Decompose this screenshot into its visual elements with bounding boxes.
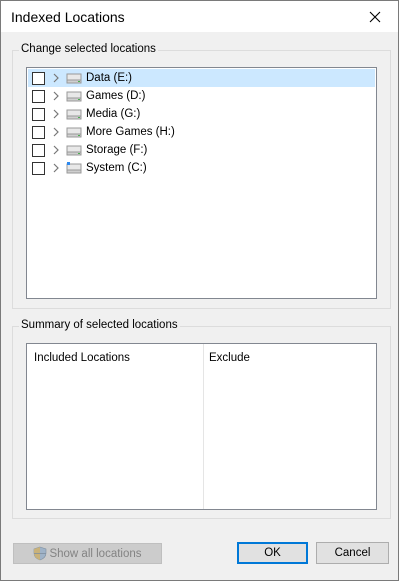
change-locations-label: Change selected locations — [19, 43, 158, 55]
ok-label: OK — [264, 547, 281, 559]
tree-item-label: Data (E:) — [86, 72, 133, 84]
column-divider — [203, 344, 204, 509]
tree-item-storage[interactable]: Storage (F:) — [28, 141, 375, 159]
checkbox[interactable] — [32, 125, 45, 139]
drive-icon — [66, 109, 82, 120]
column-header-exclude: Exclude — [209, 352, 250, 364]
tree-item-more-games[interactable]: More Games (H:) — [28, 123, 375, 141]
tree-item-media[interactable]: Media (G:) — [28, 105, 375, 123]
summary-group: Summary of selected locations Included L… — [12, 319, 391, 519]
checkbox[interactable] — [32, 89, 45, 103]
checkbox[interactable] — [32, 161, 45, 175]
tree-item-system[interactable]: System (C:) — [28, 159, 375, 177]
chevron-right-icon[interactable] — [49, 125, 63, 139]
tree-item-label: More Games (H:) — [86, 126, 175, 138]
tree-item-label: Games (D:) — [86, 90, 146, 102]
drive-icon — [66, 91, 82, 102]
drive-icon — [66, 73, 82, 84]
window-title: Indexed Locations — [11, 9, 125, 25]
change-locations-group: Change selected locations Data (E:) Game… — [12, 43, 391, 309]
chevron-right-icon[interactable] — [49, 143, 63, 157]
drive-icon — [66, 127, 82, 138]
indexed-locations-dialog: Indexed Locations Change selected locati… — [0, 0, 399, 581]
cancel-button[interactable]: Cancel — [316, 542, 389, 564]
ok-button[interactable]: OK — [237, 542, 308, 564]
tree-item-label: Storage (F:) — [86, 144, 148, 156]
chevron-right-icon[interactable] — [49, 89, 63, 103]
chevron-right-icon[interactable] — [49, 161, 63, 175]
uac-shield-icon — [34, 546, 47, 561]
drive-icon — [66, 145, 82, 156]
chevron-right-icon[interactable] — [49, 71, 63, 85]
show-all-locations-label: Show all locations — [49, 547, 142, 560]
checkbox[interactable] — [32, 107, 45, 121]
tree-item-games[interactable]: Games (D:) — [28, 87, 375, 105]
title-bar: Indexed Locations — [1, 1, 398, 32]
tree-item-data[interactable]: Data (E:) — [28, 69, 375, 87]
column-header-included: Included Locations — [34, 352, 130, 364]
checkbox[interactable] — [32, 71, 45, 85]
cancel-label: Cancel — [334, 547, 371, 559]
summary-list[interactable]: Included Locations Exclude — [26, 343, 377, 510]
show-all-locations-button[interactable]: Show all locations — [13, 543, 162, 564]
close-button[interactable] — [352, 1, 398, 32]
close-icon — [369, 11, 381, 22]
checkbox[interactable] — [32, 143, 45, 157]
system-drive-icon — [66, 162, 82, 174]
chevron-right-icon[interactable] — [49, 107, 63, 121]
tree-item-label: Media (G:) — [86, 108, 141, 120]
locations-tree[interactable]: Data (E:) Games (D:) Media (G:) More Gam… — [26, 67, 377, 299]
tree-item-label: System (C:) — [86, 162, 147, 174]
summary-label: Summary of selected locations — [19, 319, 180, 331]
